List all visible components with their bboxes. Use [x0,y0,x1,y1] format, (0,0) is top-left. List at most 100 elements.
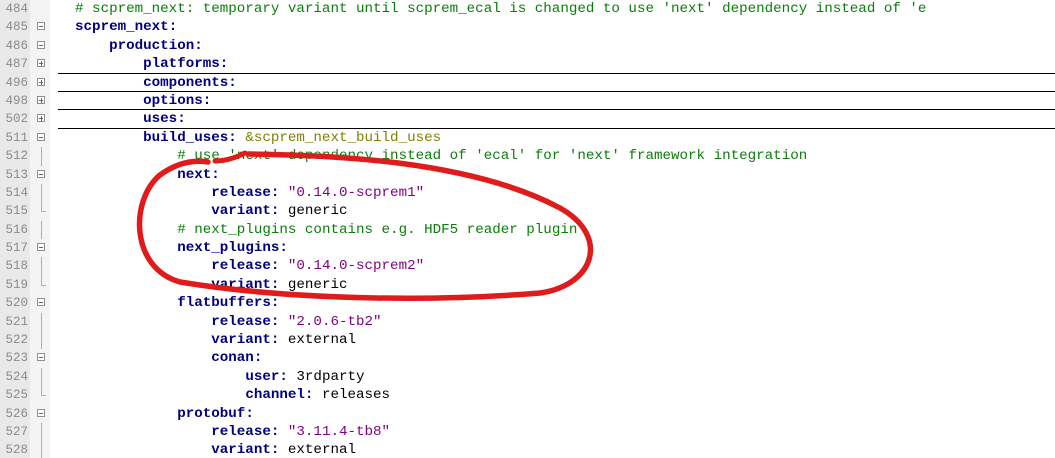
code-text: next_plugins: [58,239,288,257]
code-line[interactable]: 512 # use 'next' dependency instead of '… [0,147,1055,166]
code-token: "2.0.6-tb2" [287,313,382,330]
code-token: : [270,332,288,349]
line-number: 515 [5,204,28,219]
line-number: 520 [5,296,28,311]
fold-line-icon [33,441,51,458]
code-token: generic [287,276,348,293]
line-number: 526 [5,406,28,421]
code-text: release: "2.0.6-tb2" [58,313,382,331]
code-text: variant: generic [58,202,348,220]
code-line[interactable]: 518 release: "0.14.0-scprem2" [0,257,1055,276]
line-number: 525 [5,388,28,403]
code-line[interactable]: 517 next_plugins: [0,239,1055,257]
code-token: : [270,203,288,220]
code-token: : [270,184,288,201]
code-line[interactable]: 521 release: "2.0.6-tb2" [0,312,1055,332]
line-number: 521 [5,314,28,329]
code-token: next_plugins [177,240,280,257]
fold-plus-icon[interactable] [33,110,51,128]
code-token: next [177,166,212,183]
code-token: release [211,258,271,275]
code-token: "0.14.0-scprem2" [287,258,425,275]
fold-line-icon [33,183,51,203]
fold-line-icon [33,312,51,332]
code-line[interactable]: 528 variant: external [0,441,1055,458]
fold-minus-icon[interactable] [33,37,51,55]
code-line[interactable]: 498 options: [0,92,1055,111]
line-number: 518 [5,259,28,274]
fold-minus-icon[interactable] [33,294,51,312]
code-token: : [279,240,288,257]
code-token: external [287,332,357,349]
code-line[interactable]: 515 variant: generic [0,202,1055,220]
code-text: variant: generic [58,276,348,294]
fold-minus-icon[interactable] [33,166,51,184]
code-line[interactable]: 484 # scprem_next: temporary variant unt… [0,0,1055,18]
code-line[interactable]: 485 scprem_next: [0,18,1055,36]
code-text: production: [58,37,203,55]
code-line[interactable]: 487 platforms: [0,55,1055,74]
code-line[interactable]: 520 flatbuffers: [0,294,1055,312]
code-line[interactable]: 526 protobuf: [0,405,1055,423]
fold-minus-icon[interactable] [33,239,51,257]
line-number: 496 [5,75,28,90]
line-number: 502 [5,112,28,127]
fold-minus-icon[interactable] [33,405,51,423]
code-line[interactable]: 524 user: 3rdparty [0,367,1055,387]
code-token: user [245,368,280,385]
code-text: # use 'next' dependency instead of 'ecal… [58,147,807,165]
code-line[interactable]: 511 build_uses: &scprem_next_build_uses [0,129,1055,147]
fold-minus-icon[interactable] [33,349,51,367]
fold-line-icon [33,147,51,166]
code-token: external [287,442,357,458]
code-token: components [143,74,229,91]
code-line[interactable]: 522 variant: external [0,331,1055,350]
code-token: : [270,442,288,458]
code-token: : [228,129,246,146]
code-text: flatbuffers: [58,294,279,312]
code-line[interactable]: 496 components: [0,74,1055,93]
code-line[interactable]: 527 release: "3.11.4-tb8" [0,422,1055,442]
code-token: options [143,92,203,109]
code-token: generic [287,203,348,220]
code-text: protobuf: [58,405,254,423]
code-text: # next_plugins contains e.g. HDF5 reader… [58,221,577,239]
fold-line-icon [33,331,51,350]
fold-minus-icon[interactable] [33,18,51,36]
line-number: 485 [5,20,28,35]
fold-plus-icon[interactable] [33,92,51,110]
code-editor[interactable]: 484 # scprem_next: temporary variant unt… [0,0,1055,458]
code-token: releases [321,387,391,404]
code-text: user: 3rdparty [58,368,364,386]
code-token: variant [211,442,271,458]
line-number: 514 [5,185,28,200]
code-token: : [168,19,178,36]
code-text: platforms: [58,55,228,73]
fold-plus-icon[interactable] [33,74,51,92]
code-text: conan: [58,349,262,367]
code-token: variant [211,276,271,293]
code-token: : [304,387,322,404]
fold-minus-icon[interactable] [33,129,51,147]
line-number: 512 [5,149,28,164]
code-line[interactable]: 513 next: [0,166,1055,184]
fold-plus-icon[interactable] [33,55,51,73]
code-token: "0.14.0-scprem1" [287,184,425,201]
fold-line-icon [33,275,51,294]
code-token: build_uses [143,129,229,146]
code-token: : [194,37,203,54]
code-token: "3.11.4-tb8" [287,423,391,440]
code-token: : [177,111,186,128]
code-line[interactable]: 486 production: [0,37,1055,55]
code-token: conan [211,350,254,367]
code-token: channel [245,387,305,404]
code-token: : [211,166,220,183]
code-line[interactable]: 519 variant: generic [0,275,1055,294]
code-line[interactable]: 502 uses: [0,110,1055,130]
code-line[interactable]: 525 channel: releases [0,386,1055,404]
code-text: components: [58,74,237,92]
code-line[interactable]: 516 # next_plugins contains e.g. HDF5 re… [0,220,1055,240]
code-line[interactable]: 514 release: "0.14.0-scprem1" [0,183,1055,203]
code-lines: 484 # scprem_next: temporary variant unt… [0,0,1055,458]
code-line[interactable]: 523 conan: [0,349,1055,367]
